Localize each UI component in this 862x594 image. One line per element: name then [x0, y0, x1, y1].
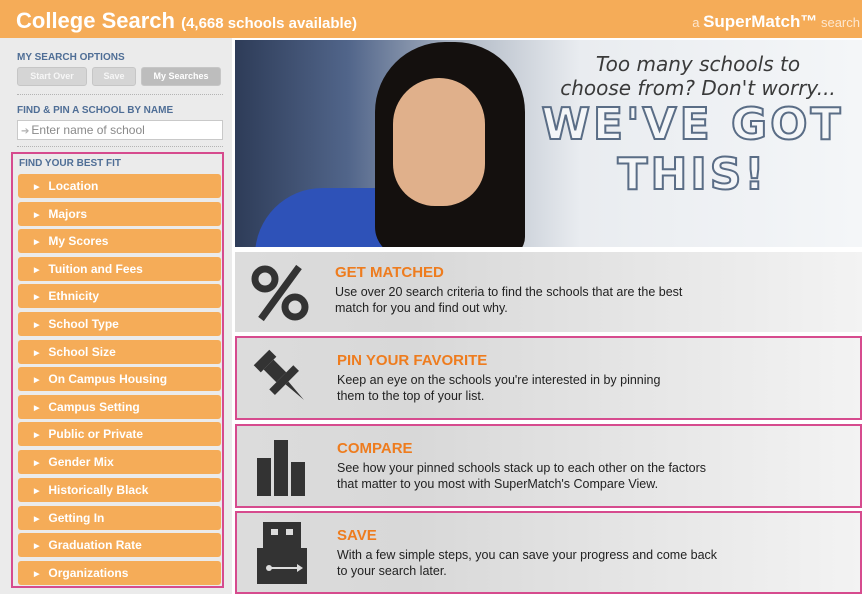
caret-right-icon: ▶	[34, 377, 40, 384]
hero-tagline: Too many schools to choose from? Don't w…	[533, 52, 862, 100]
caret-right-icon: ▶	[34, 239, 40, 246]
feature-desc-line: Use over 20 search criteria to find the …	[335, 285, 683, 299]
feature-pin-favorite: PIN YOUR FAVORITE Keep an eye on the sch…	[235, 336, 862, 420]
caret-right-icon: ▶	[34, 460, 40, 467]
hero-headline-line: THIS!	[617, 149, 768, 201]
feature-compare: COMPARE See how your pinned schools stac…	[235, 424, 862, 508]
fit-item-label: Historically Black	[48, 483, 149, 497]
search-options-title: MY SEARCH OPTIONS	[17, 52, 125, 63]
feature-get-matched: GET MATCHED Use over 20 search criteria …	[235, 252, 862, 332]
divider	[17, 94, 223, 95]
fit-item-graduation-rate[interactable]: ▶ Graduation Rate	[18, 533, 221, 557]
fit-item-organizations[interactable]: ▶ Organizations	[18, 561, 221, 585]
feature-desc-line: to your search later.	[337, 564, 447, 578]
caret-right-icon: ▶	[34, 405, 40, 412]
fit-item-majors[interactable]: ▶ Majors	[18, 202, 221, 226]
fit-item-getting-in[interactable]: ▶ Getting In	[18, 506, 221, 530]
brand-name: SuperMatch™	[703, 12, 818, 31]
fit-item-label: On Campus Housing	[48, 372, 168, 386]
usb-drive-icon	[257, 522, 307, 584]
fit-item-label: School Size	[48, 345, 116, 359]
search-placeholder: Enter name of school	[31, 123, 145, 137]
fit-item-campus-setting[interactable]: ▶ Campus Setting	[18, 395, 221, 419]
fit-item-school-type[interactable]: ▶ School Type	[18, 312, 221, 336]
caret-right-icon: ▶	[34, 184, 40, 191]
page-title: College Search (4,668 schools available)	[16, 8, 357, 34]
school-name-search-input[interactable]: ➔ Enter name of school	[17, 120, 223, 140]
find-school-title: FIND & PIN A SCHOOL BY NAME	[17, 105, 174, 116]
fit-item-label: Location	[48, 179, 99, 193]
feature-desc-line: match for you and find out why.	[335, 301, 508, 315]
caret-right-icon: ▶	[34, 432, 40, 439]
my-searches-button[interactable]: My Searches	[141, 67, 221, 86]
fit-item-label: My Scores	[48, 234, 109, 248]
caret-right-icon: ▶	[34, 294, 40, 301]
fit-item-housing[interactable]: ▶ On Campus Housing	[18, 367, 221, 391]
feature-title: GET MATCHED	[335, 264, 444, 281]
hero-tagline-line: choose from? Don't worry...	[560, 76, 836, 100]
feature-desc-line: See how your pinned schools stack up to …	[337, 461, 706, 475]
pushpin-icon	[253, 349, 304, 400]
best-fit-title: FIND YOUR BEST FIT	[19, 158, 122, 169]
bar-chart-icon	[257, 440, 305, 496]
fit-item-ethnicity[interactable]: ▶ Ethnicity	[18, 284, 221, 308]
caret-right-icon: ▶	[34, 488, 40, 495]
feature-desc-line: With a few simple steps, you can save yo…	[337, 548, 718, 562]
supermatch-brand: a SuperMatch™ search	[692, 12, 860, 32]
feature-description: With a few simple steps, you can save yo…	[337, 547, 777, 579]
divider	[17, 146, 223, 147]
student-photo-face	[393, 78, 485, 206]
fit-item-my-scores[interactable]: ▶ My Scores	[18, 229, 221, 253]
fit-item-label: Organizations	[48, 566, 129, 580]
fit-item-tuition[interactable]: ▶ Tuition and Fees	[18, 257, 221, 281]
fit-item-label: Getting In	[48, 511, 105, 525]
feature-title: SAVE	[337, 527, 377, 544]
best-fit-panel: FIND YOUR BEST FIT ▶ Location ▶ Majors ▶ My…	[11, 152, 224, 588]
hero-headline: WE'VE GOT THIS!	[535, 99, 850, 201]
school-count: (4,668 schools available)	[181, 15, 357, 32]
fit-item-label: Tuition and Fees	[48, 262, 143, 276]
feature-save: SAVE With a few simple steps, you can sa…	[235, 511, 862, 594]
feature-desc-line: them to the top of your list.	[337, 389, 485, 403]
start-over-button[interactable]: Start Over	[17, 67, 87, 86]
fit-item-label: Majors	[48, 207, 88, 221]
app-title: College Search	[16, 8, 175, 33]
feature-desc-line: that matter to you most with SuperMatch'…	[337, 477, 659, 491]
caret-right-icon: ▶	[34, 322, 40, 329]
caret-right-icon: ▶	[34, 571, 40, 578]
fit-item-label: Campus Setting	[48, 400, 140, 414]
arrow-right-icon: ➔	[21, 126, 30, 137]
feature-description: See how your pinned schools stack up to …	[337, 460, 777, 492]
caret-right-icon: ▶	[34, 212, 40, 219]
save-search-button[interactable]: Save	[92, 67, 136, 86]
feature-title: COMPARE	[337, 440, 413, 457]
fit-item-label: Ethnicity	[48, 289, 100, 303]
fit-item-school-size[interactable]: ▶ School Size	[18, 340, 221, 364]
percent-icon	[251, 264, 309, 322]
brand-suffix: search	[817, 15, 860, 30]
caret-right-icon: ▶	[34, 350, 40, 357]
feature-desc-line: Keep an eye on the schools you're intere…	[337, 373, 661, 387]
fit-item-gender-mix[interactable]: ▶ Gender Mix	[18, 450, 221, 474]
fit-item-public-private[interactable]: ▶ Public or Private	[18, 422, 221, 446]
header-bar: College Search (4,668 schools available)…	[0, 0, 862, 38]
feature-description: Keep an eye on the schools you're intere…	[337, 372, 777, 404]
caret-right-icon: ▶	[34, 267, 40, 274]
caret-right-icon: ▶	[34, 543, 40, 550]
brand-prefix: a	[692, 15, 704, 30]
fit-item-label: Gender Mix	[48, 455, 114, 469]
fit-item-location[interactable]: ▶ Location	[18, 174, 221, 198]
feature-title: PIN YOUR FAVORITE	[337, 352, 488, 369]
fit-item-label: School Type	[48, 317, 119, 331]
hero-tagline-line: Too many schools to	[595, 52, 801, 76]
hero-banner: Too many schools to choose from? Don't w…	[235, 40, 862, 247]
feature-description: Use over 20 search criteria to find the …	[335, 284, 775, 316]
fit-item-label: Public or Private	[48, 427, 144, 441]
caret-right-icon: ▶	[34, 516, 40, 523]
fit-item-historically-black[interactable]: ▶ Historically Black	[18, 478, 221, 502]
fit-item-label: Graduation Rate	[48, 538, 142, 552]
hero-headline-line: WE'VE GOT	[540, 99, 844, 151]
